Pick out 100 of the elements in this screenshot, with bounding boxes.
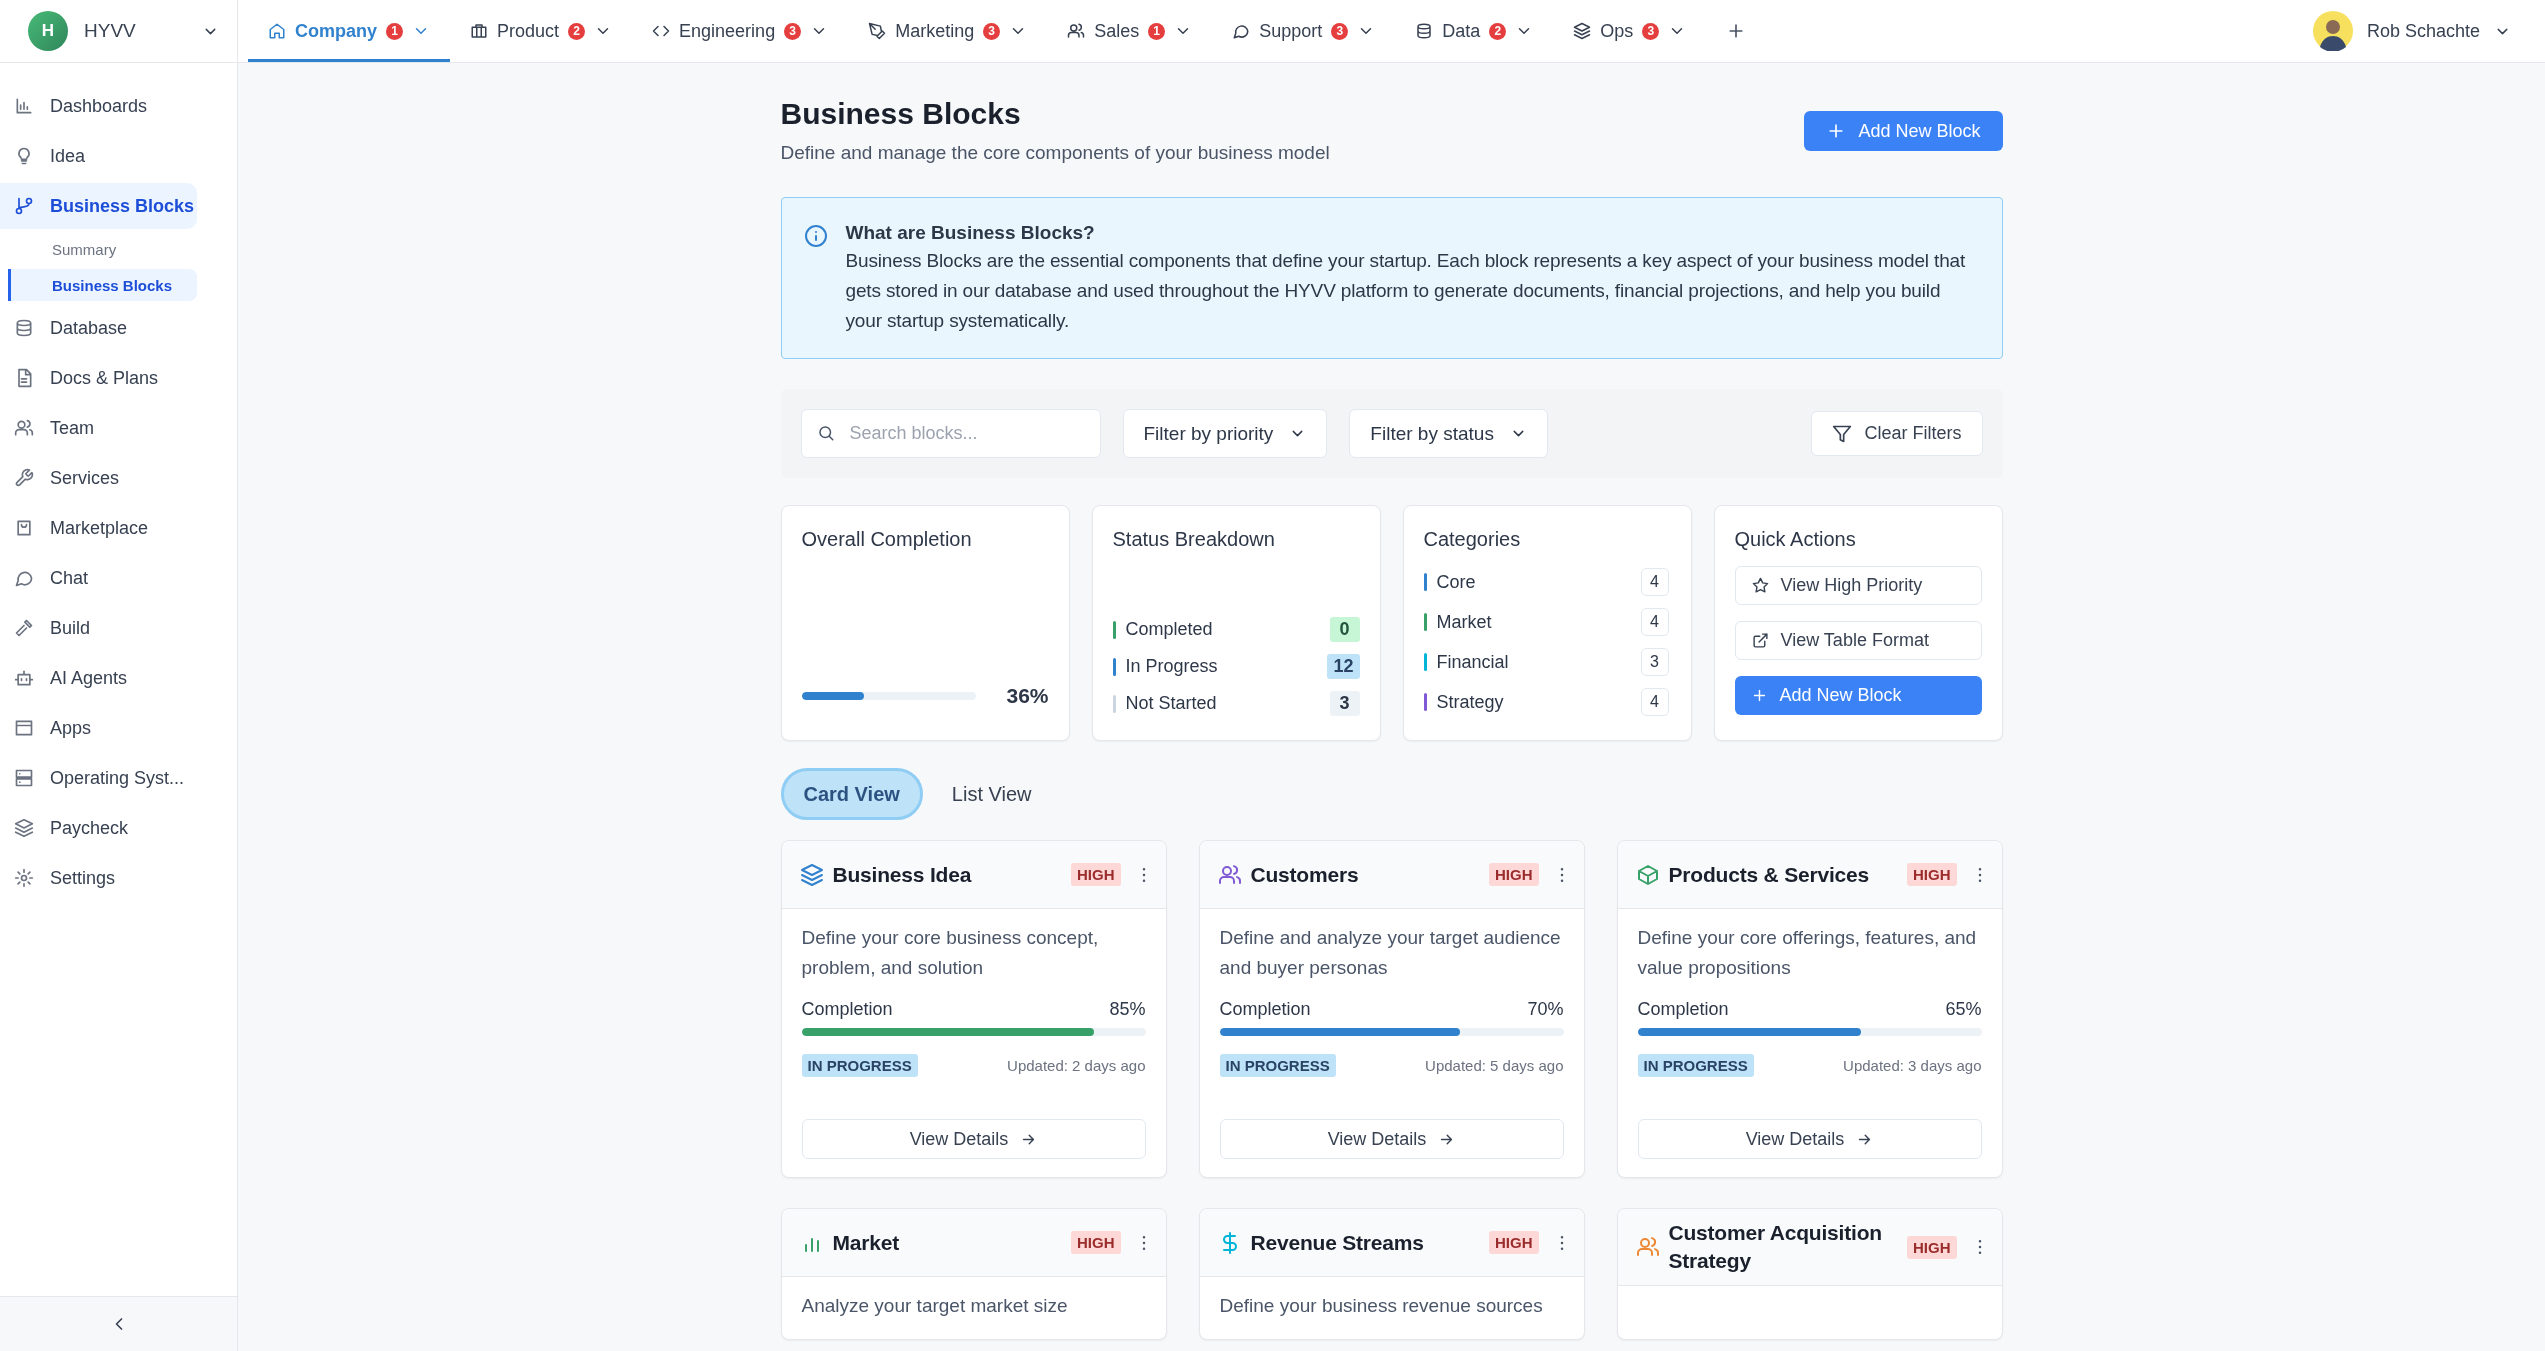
search-field[interactable]: Search blocks... bbox=[800, 409, 1101, 458]
filter-icon bbox=[1832, 423, 1853, 444]
info-title: What are Business Blocks? bbox=[845, 221, 1096, 245]
user-avatar[interactable] bbox=[2312, 11, 2353, 51]
quick-action-button[interactable]: Add New Block bbox=[1734, 676, 1982, 715]
sidebar-item[interactable]: Idea bbox=[0, 133, 197, 179]
layers-icon bbox=[1573, 22, 1592, 40]
quick-action-button[interactable]: View Table Format bbox=[1734, 621, 1982, 660]
sidebar-item[interactable]: Operating Syst... bbox=[0, 755, 197, 801]
sidebar-item[interactable]: Build bbox=[0, 605, 197, 651]
sidebar-label: Docs & Plans bbox=[50, 367, 159, 389]
star-icon bbox=[1751, 577, 1769, 594]
nav-tab[interactable]: Support 3 bbox=[1212, 0, 1396, 62]
browser-icon bbox=[14, 718, 34, 738]
sidebar-item[interactable]: Settings bbox=[0, 855, 197, 901]
clear-filters-button[interactable]: Clear Filters bbox=[1811, 411, 1983, 456]
sidebar-label: Chat bbox=[50, 567, 89, 589]
category-count: 4 bbox=[1640, 568, 1669, 596]
tab-label: Company bbox=[295, 20, 377, 42]
filter-dropdown[interactable]: Filter by status bbox=[1349, 409, 1548, 458]
view-toggle[interactable]: List View bbox=[928, 768, 1055, 820]
sidebar-item[interactable]: AI Agents bbox=[0, 655, 197, 701]
updated-text: Updated: 2 days ago bbox=[1007, 1057, 1146, 1074]
users-icon bbox=[1217, 862, 1242, 887]
sidebar-subitem[interactable]: Business Blocks bbox=[8, 269, 197, 301]
block-title: Revenue Streams bbox=[1250, 1229, 1425, 1256]
database-icon bbox=[14, 318, 34, 338]
completion-label: Completion bbox=[1637, 999, 1729, 1020]
sidebar-item[interactable]: Services bbox=[0, 455, 197, 501]
filter-dropdown[interactable]: Filter by priority bbox=[1122, 409, 1328, 458]
notification-badge: 3 bbox=[1331, 22, 1349, 40]
nav-tab[interactable]: Engineering 3 bbox=[632, 0, 849, 62]
notification-badge: 3 bbox=[784, 22, 802, 40]
nav-tab[interactable]: Marketing 3 bbox=[848, 0, 1048, 62]
sidebar-item[interactable]: Chat bbox=[0, 555, 197, 601]
layers-icon bbox=[14, 818, 34, 838]
cube-icon bbox=[1635, 862, 1660, 887]
sidebar-label: AI Agents bbox=[50, 667, 128, 689]
sidebar-item[interactable]: Docs & Plans bbox=[0, 355, 197, 401]
sidebar-item[interactable]: Database bbox=[0, 305, 197, 351]
priority-badge: HIGH bbox=[1489, 1231, 1539, 1254]
stat-title: Overall Completion bbox=[801, 527, 973, 552]
updated-text: Updated: 5 days ago bbox=[1425, 1057, 1564, 1074]
page-title: Business Blocks bbox=[780, 96, 1022, 132]
nav-tab[interactable]: Sales 1 bbox=[1047, 0, 1213, 62]
settings-icon bbox=[14, 868, 34, 888]
sidebar-item[interactable]: Dashboards bbox=[0, 83, 197, 129]
chat-icon bbox=[1232, 22, 1251, 40]
status-badge: IN PROGRESS bbox=[1219, 1054, 1336, 1077]
category-label: Core bbox=[1436, 571, 1477, 593]
sidebar-item[interactable]: Apps bbox=[0, 705, 197, 751]
priority-badge: HIGH bbox=[1907, 1235, 1957, 1259]
sidebar-label: Settings bbox=[50, 867, 116, 889]
notification-badge: 1 bbox=[1148, 22, 1166, 40]
view-details-button[interactable]: View Details bbox=[1637, 1119, 1982, 1159]
home-icon bbox=[268, 22, 286, 40]
quick-action-button[interactable]: View High Priority bbox=[1734, 566, 1982, 605]
sidebar-item[interactable]: Team bbox=[0, 405, 197, 451]
status-label: Not Started bbox=[1125, 693, 1218, 714]
sidebar-item[interactable]: Marketplace bbox=[0, 505, 197, 551]
search-icon bbox=[816, 424, 835, 442]
updated-text: Updated: 3 days ago bbox=[1843, 1057, 1982, 1074]
bag-icon bbox=[14, 518, 34, 538]
tab-label: Support bbox=[1259, 20, 1323, 42]
priority-badge: HIGH bbox=[1071, 1231, 1121, 1254]
notification-badge: 3 bbox=[983, 22, 1001, 40]
users-icon bbox=[1635, 1235, 1660, 1259]
sidebar-label: Paycheck bbox=[50, 817, 129, 839]
nav-tab[interactable]: Data 2 bbox=[1395, 0, 1554, 62]
category-label: Market bbox=[1436, 611, 1493, 633]
sidebar-label: Team bbox=[50, 417, 94, 439]
view-details-button[interactable]: View Details bbox=[801, 1119, 1146, 1159]
priority-badge: HIGH bbox=[1071, 863, 1121, 886]
sidebar-item[interactable]: Business Blocks bbox=[0, 183, 197, 229]
block-title: Customers bbox=[1250, 861, 1360, 888]
block-description: Define your core offerings, features, and value propositions bbox=[1637, 926, 1978, 980]
priority-badge: HIGH bbox=[1489, 863, 1539, 886]
status-count: 0 bbox=[1329, 617, 1360, 642]
nav-tab[interactable]: Product 2 bbox=[450, 0, 633, 62]
sidebar-item[interactable]: Paycheck bbox=[0, 805, 197, 851]
completion-label: Completion bbox=[801, 999, 893, 1020]
user-name[interactable]: Rob Schachte bbox=[2366, 20, 2480, 42]
sidebar-subitem[interactable]: Summary bbox=[0, 233, 197, 265]
view-details-button[interactable]: View Details bbox=[1219, 1119, 1564, 1159]
sidebar-label: Database bbox=[50, 317, 128, 339]
stat-title: Status Breakdown bbox=[1112, 527, 1276, 552]
category-count: 3 bbox=[1640, 648, 1669, 676]
add-block-button[interactable]: Add New Block bbox=[1804, 111, 2003, 151]
sidebar-label: Marketplace bbox=[50, 517, 149, 539]
sidebar-label: Dashboards bbox=[50, 95, 148, 117]
brand-name[interactable]: HYVV bbox=[84, 20, 136, 42]
users-icon bbox=[14, 418, 34, 438]
priority-badge: HIGH bbox=[1907, 863, 1957, 886]
block-description: Analyze your target market size bbox=[801, 1294, 1069, 1318]
wrench-icon bbox=[14, 468, 34, 488]
robot-icon bbox=[14, 668, 34, 688]
view-toggle[interactable]: Card View bbox=[780, 768, 923, 820]
status-label: In Progress bbox=[1125, 656, 1219, 677]
sidebar-label: Idea bbox=[50, 145, 86, 167]
nav-tab[interactable]: Ops 3 bbox=[1553, 0, 1707, 62]
